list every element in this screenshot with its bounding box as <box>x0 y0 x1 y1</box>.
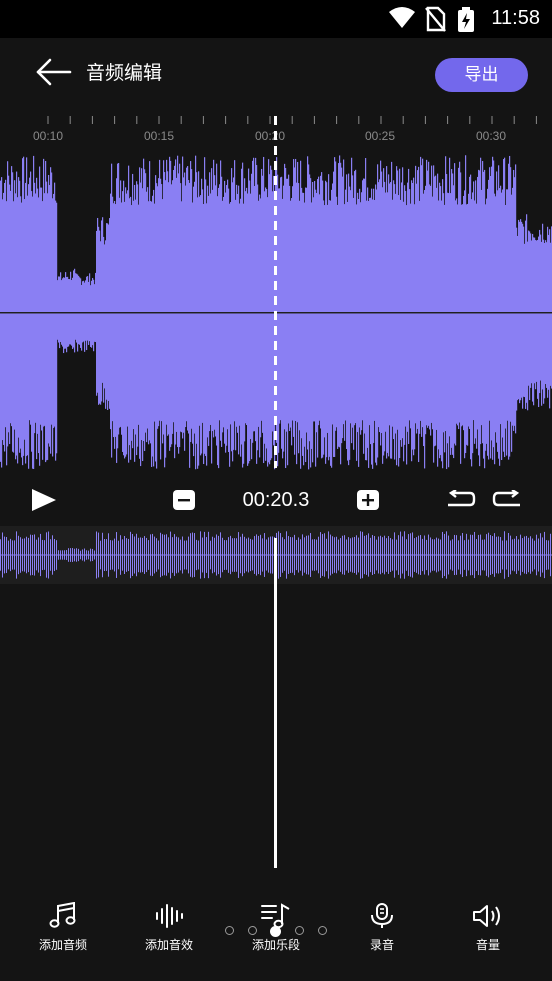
microphone-icon <box>371 903 393 928</box>
sound-wave-icon <box>156 904 183 928</box>
music-note-icon <box>49 902 76 928</box>
ruler-tick-label: 00:25 <box>364 129 396 143</box>
add-audio-label: 添加音频 <box>38 938 87 952</box>
add-segment-label: 添加乐段 <box>251 938 300 952</box>
current-time: 00:20.3 <box>242 489 310 511</box>
bottom-toolbar: 添加音频 添加音效 添加乐段 录音 音量 <box>0 890 552 981</box>
ruler-tick-label: 00:10 <box>32 129 64 143</box>
page-title: 音频编辑 <box>86 62 163 84</box>
app-bar: 音频编辑 导出 <box>0 38 552 110</box>
playback-controls: 00:20.3 <box>0 478 552 522</box>
status-time: 11:58 <box>491 7 540 29</box>
add-sound-effect-label: 添加音效 <box>144 938 193 952</box>
play-icon[interactable] <box>30 488 58 512</box>
volume-icon <box>473 905 500 927</box>
zoom-in-button[interactable] <box>356 489 380 511</box>
playhead-marker[interactable] <box>274 116 277 468</box>
no-sim-icon <box>425 6 446 32</box>
record-button[interactable]: 录音 <box>329 902 435 953</box>
export-button[interactable]: 导出 <box>435 58 528 92</box>
redo-icon[interactable] <box>492 490 524 510</box>
volume-button[interactable]: 音量 <box>435 902 541 953</box>
zoom-out-button[interactable] <box>172 489 196 511</box>
undo-icon[interactable] <box>444 490 476 510</box>
add-sound-effect-button[interactable]: 添加音效 <box>116 902 222 953</box>
ruler-tick-label: 00:20 <box>254 129 286 143</box>
overview-playhead[interactable] <box>274 538 277 868</box>
back-arrow-icon[interactable] <box>34 56 74 88</box>
volume-label: 音量 <box>475 938 500 952</box>
add-segment-button[interactable]: 添加乐段 <box>223 902 329 953</box>
wifi-icon <box>389 7 415 28</box>
status-bar: 11:58 <box>0 0 552 38</box>
battery-charging-icon <box>458 7 474 32</box>
record-label: 录音 <box>369 938 394 952</box>
ruler-tick-label: 00:15 <box>143 129 175 143</box>
add-audio-button[interactable]: 添加音频 <box>10 902 116 953</box>
ruler-tick-label: 00:30 <box>475 129 507 143</box>
music-list-icon <box>261 903 290 929</box>
